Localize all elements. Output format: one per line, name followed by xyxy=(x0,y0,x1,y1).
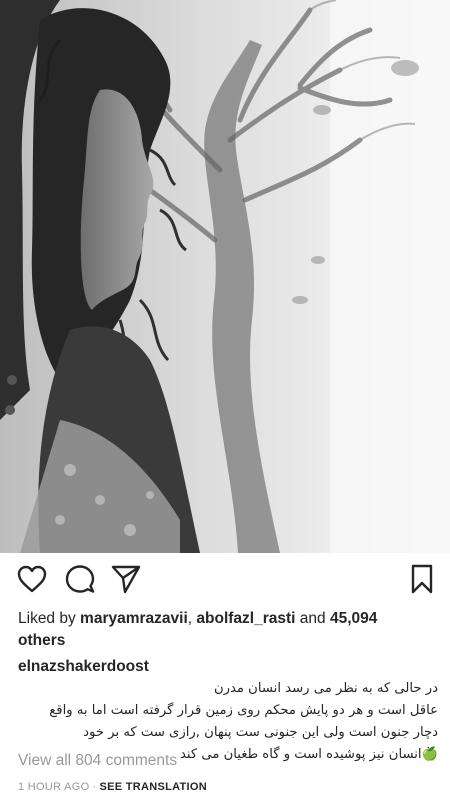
likes-prefix: Liked by xyxy=(18,610,76,627)
post-photo-art xyxy=(0,0,450,553)
likes-count[interactable]: 45,094 xyxy=(330,610,377,627)
post-meta: 1 HOUR AGO · SEE TRANSLATION xyxy=(18,781,207,793)
likes-summary: Liked by maryamrazavii, abolfazl_rasti a… xyxy=(18,608,438,652)
likes-separator: , xyxy=(187,610,193,627)
post-caption: elnazshakerdoost در حالی که به نظر می رس… xyxy=(18,656,438,766)
bookmark-icon[interactable] xyxy=(406,563,438,595)
view-comments-link[interactable]: View all 804 comments xyxy=(18,752,177,770)
liker-username-1[interactable]: maryamrazavii xyxy=(80,610,188,627)
paper-plane-icon[interactable] xyxy=(110,563,142,595)
comment-bubble-icon[interactable] xyxy=(64,563,96,595)
likes-others[interactable]: others xyxy=(18,632,65,649)
post-action-bar xyxy=(0,563,450,599)
meta-separator: · xyxy=(92,781,97,793)
likes-conjunction: and xyxy=(299,610,326,627)
caption-username[interactable]: elnazshakerdoost xyxy=(18,656,438,678)
liker-username-2[interactable]: abolfazl_rasti xyxy=(196,610,295,627)
post-photo[interactable] xyxy=(0,0,450,553)
post-timestamp: 1 HOUR AGO xyxy=(18,781,90,793)
see-translation-link[interactable]: SEE TRANSLATION xyxy=(99,781,207,793)
heart-outline-icon[interactable] xyxy=(16,563,48,595)
